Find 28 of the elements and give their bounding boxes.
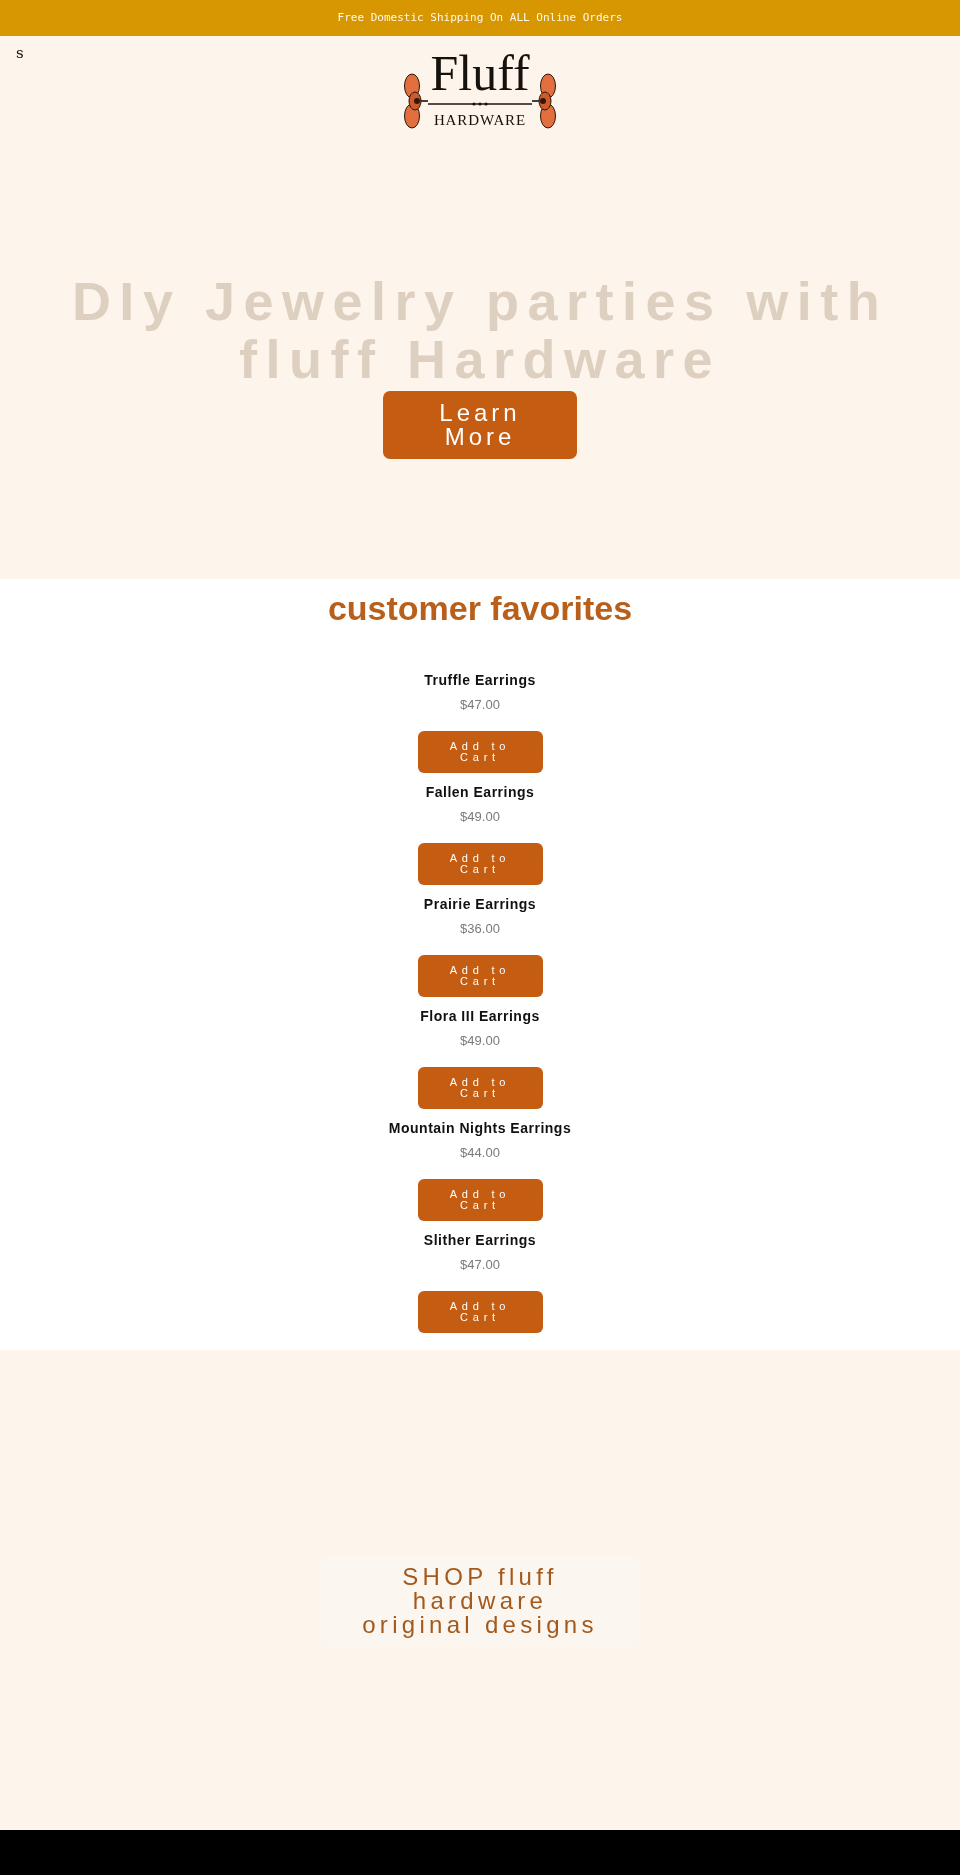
logo-subtitle[interactable]: HARDWARE — [433, 112, 527, 129]
product-price: $47.00 — [460, 1256, 500, 1274]
product-name: Fallen Earrings — [425, 783, 535, 802]
product-name: Prairie Earrings — [423, 895, 537, 914]
menu-button[interactable]: s — [14, 44, 26, 62]
product-name: Truffle Earrings — [424, 671, 536, 690]
announcement-text: Free Domestic Shipping On ALL Online Orders — [337, 11, 623, 25]
flower-icon — [403, 73, 428, 129]
add-to-cart-button[interactable]: Add to Cart — [417, 1179, 543, 1221]
ornament-divider-icon — [428, 101, 532, 107]
add-to-cart-button[interactable]: Add to Cart — [417, 1067, 543, 1109]
logo-title[interactable]: Fluff — [430, 50, 530, 96]
product-name: Mountain Nights Earrings — [388, 1119, 572, 1138]
add-to-cart-button[interactable]: Add to Cart — [417, 731, 543, 773]
learn-more-button[interactable]: Learn More — [383, 391, 577, 459]
product-price: $49.00 — [460, 808, 500, 826]
add-to-cart-button[interactable]: Add to Cart — [417, 843, 543, 885]
product-price: $36.00 — [460, 920, 500, 938]
section-heading: customer favorites — [327, 588, 633, 628]
flower-icon — [532, 73, 557, 129]
product-price: $44.00 — [460, 1144, 500, 1162]
add-to-cart-button[interactable]: Add to Cart — [417, 1291, 543, 1333]
product-price: $49.00 — [460, 1032, 500, 1050]
add-to-cart-button[interactable]: Add to Cart — [417, 955, 543, 997]
product-price: $47.00 — [460, 696, 500, 714]
product-name: Flora III Earrings — [420, 1007, 540, 1026]
product-name: Slither Earrings — [423, 1231, 537, 1250]
shop-button[interactable]: SHOP fluff hardware original designs — [320, 1555, 640, 1646]
